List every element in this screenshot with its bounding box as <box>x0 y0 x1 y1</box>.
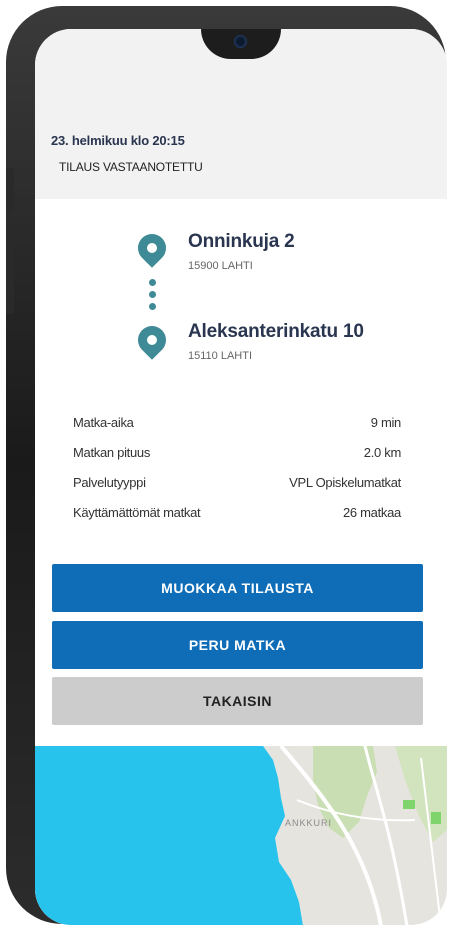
detail-value: 2.0 km <box>363 445 402 460</box>
cancel-trip-button[interactable]: PERU MATKA <box>52 621 423 669</box>
detail-row: Palvelutyyppi VPL Opiskelumatkat <box>73 475 401 505</box>
detail-value: 9 min <box>370 415 402 430</box>
map-park <box>403 800 415 809</box>
origin-postal: 15900 LAHTI <box>188 260 253 272</box>
destination-street: Aleksanterinkatu 10 <box>188 321 364 342</box>
order-date: 23. helmikuu klo 20:15 <box>51 133 185 148</box>
route-dots-icon <box>147 279 157 315</box>
route-map[interactable]: ANKKURI <box>35 746 447 925</box>
detail-label: Palvelutyyppi <box>73 475 146 490</box>
detail-label: Käyttämättömät matkat <box>73 505 201 520</box>
back-button[interactable]: TAKAISIN <box>52 677 423 725</box>
map-place-label: ANKKURI <box>285 818 332 828</box>
origin-street: Onninkuja 2 <box>188 231 295 252</box>
detail-row: Matka-aika 9 min <box>73 415 401 445</box>
detail-value: 26 matkaa <box>342 505 401 520</box>
detail-label: Matka-aika <box>73 415 134 430</box>
edit-order-button[interactable]: MUOKKAA TILAUSTA <box>52 564 423 612</box>
map-water <box>35 746 303 925</box>
detail-row: Käyttämättömät matkat 26 matkaa <box>73 505 401 535</box>
side-button-top <box>6 168 14 212</box>
phone-screen: 23. helmikuu klo 20:15 TILAUS VASTAANOTE… <box>35 29 447 925</box>
order-status: TILAUS VASTAANOTETTU <box>59 160 203 174</box>
destination-postal: 15110 LAHTI <box>188 350 253 362</box>
detail-row: Matkan pituus 2.0 km <box>73 445 401 475</box>
trip-details: Matka-aika 9 min Matkan pituus 2.0 km Pa… <box>73 415 401 535</box>
phone-frame: 23. helmikuu klo 20:15 TILAUS VASTAANOTE… <box>6 6 447 925</box>
map-park <box>431 812 441 824</box>
origin-pin-icon <box>132 228 172 268</box>
front-camera <box>234 35 247 48</box>
side-button-volume <box>6 240 14 314</box>
detail-label: Matkan pituus <box>73 445 151 460</box>
destination-pin-icon <box>132 320 172 360</box>
detail-value: VPL Opiskelumatkat <box>289 475 401 490</box>
